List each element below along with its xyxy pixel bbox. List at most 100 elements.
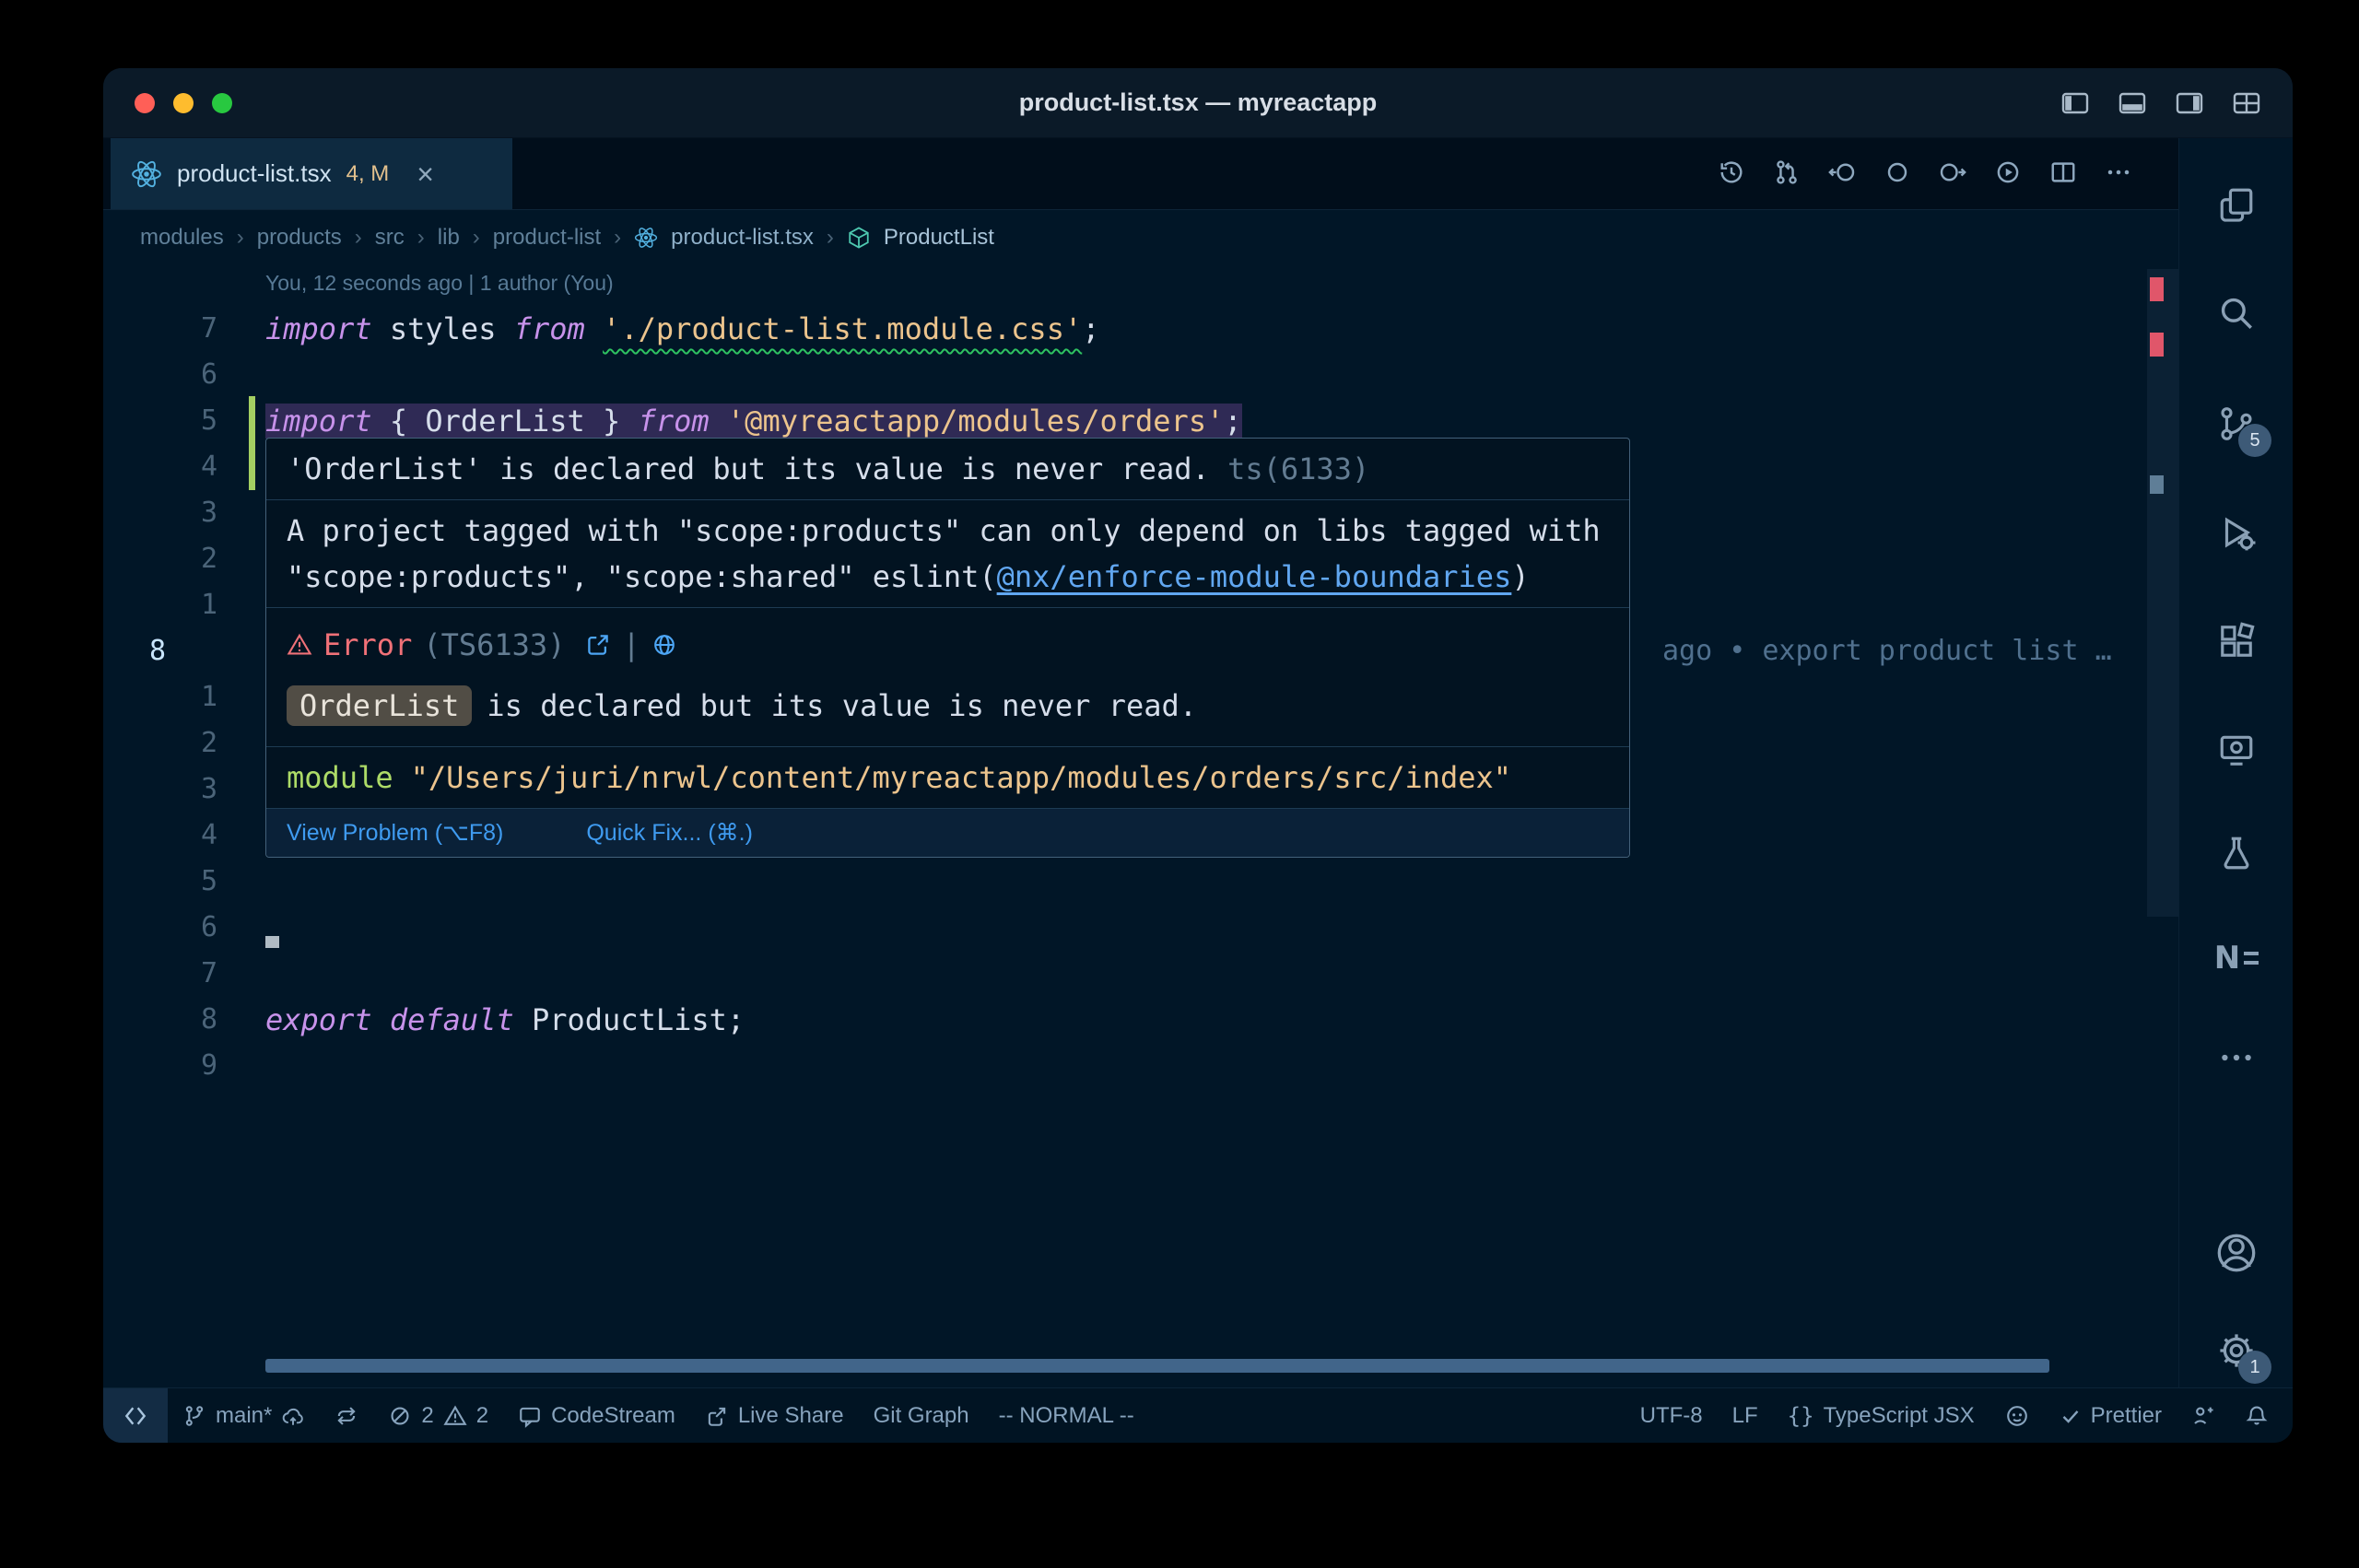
run-circle-icon[interactable] xyxy=(1994,158,2022,191)
info-mark xyxy=(2150,475,2164,494)
breadcrumb-item[interactable]: src xyxy=(375,225,405,251)
error-label: Error xyxy=(323,622,412,668)
step-back-icon[interactable] xyxy=(1828,158,1856,191)
vscode-window: product-list.tsx — myreactapp xyxy=(103,68,2293,1443)
horizontal-scrollbar[interactable] xyxy=(265,1359,2049,1373)
error-mark xyxy=(2150,333,2164,357)
copy-files-icon[interactable] xyxy=(2207,175,2266,234)
account-icon[interactable] xyxy=(2207,1223,2266,1282)
code-line[interactable]: 5 xyxy=(103,859,2178,905)
eol-status[interactable]: LF xyxy=(1718,1388,1773,1443)
testing-beaker-icon[interactable] xyxy=(2207,824,2266,883)
panel-right-icon[interactable] xyxy=(2175,88,2204,118)
breadcrumb-item[interactable]: lib xyxy=(438,225,460,251)
error-icon xyxy=(388,1404,412,1428)
code-line[interactable]: 6 xyxy=(103,352,2178,398)
chevron-right-icon: › xyxy=(237,225,244,251)
code-line[interactable]: 7 import styles from './product-list.mod… xyxy=(103,306,2178,352)
more-actions-icon[interactable] xyxy=(2105,158,2132,191)
git-branch-status[interactable]: main* xyxy=(168,1388,320,1443)
vim-mode-indicator[interactable]: -- NORMAL -- xyxy=(984,1388,1149,1443)
zoom-window-button[interactable] xyxy=(212,93,232,113)
close-tab-icon[interactable]: × xyxy=(417,159,434,189)
prettier-status[interactable]: Prettier xyxy=(2045,1388,2177,1443)
more-views-icon[interactable] xyxy=(2207,1028,2266,1087)
line-number[interactable]: 9 xyxy=(103,1043,217,1089)
feedback-status[interactable] xyxy=(2177,1388,2230,1443)
git-compare-status[interactable] xyxy=(320,1388,373,1443)
line-number[interactable]: 4 xyxy=(103,444,217,490)
separator-pipe: | xyxy=(622,622,640,668)
line-number[interactable]: 2 xyxy=(103,720,217,766)
line-number[interactable]: 3 xyxy=(103,766,217,813)
live-share-status[interactable]: Live Share xyxy=(690,1388,859,1443)
nx-console-icon[interactable]: N xyxy=(2207,929,2266,988)
remote-indicator[interactable] xyxy=(103,1388,168,1443)
split-editor-icon[interactable] xyxy=(2049,158,2077,191)
panel-left-icon[interactable] xyxy=(2060,88,2090,118)
encoding-status[interactable]: UTF-8 xyxy=(1625,1388,1718,1443)
code-line[interactable]: 6 xyxy=(103,905,2178,951)
git-change-gutter-bar xyxy=(249,396,255,490)
problems-status[interactable]: 2 2 xyxy=(373,1388,503,1443)
external-link-icon[interactable] xyxy=(585,632,611,658)
line-number[interactable]: 1 xyxy=(103,582,217,628)
line-number[interactable]: 5 xyxy=(103,859,217,905)
codestream-status[interactable]: CodeStream xyxy=(503,1388,690,1443)
search-icon[interactable] xyxy=(2207,284,2266,343)
line-number[interactable]: 6 xyxy=(103,352,217,398)
copilot-status[interactable] xyxy=(1989,1388,2045,1443)
editor[interactable]: You, 12 seconds ago | 1 author (You) 7 i… xyxy=(103,265,2178,1387)
inline-blame-annotation: ago • export product list … xyxy=(1662,628,2142,674)
breadcrumb: modules › products › src › lib › product… xyxy=(103,210,2178,265)
line-number[interactable]: 2 xyxy=(103,536,217,582)
view-problem-button[interactable]: View Problem (⌥F8) xyxy=(287,816,503,849)
line-number[interactable]: 8 xyxy=(103,997,217,1043)
error-code: (TS6133) xyxy=(423,622,565,668)
breadcrumb-item[interactable]: modules xyxy=(140,225,224,251)
line-number-current[interactable]: 8 xyxy=(103,628,217,674)
minimize-window-button[interactable] xyxy=(173,93,194,113)
line-number[interactable]: 6 xyxy=(103,905,217,951)
source-control-graph-icon[interactable]: 5 xyxy=(2207,394,2266,453)
line-number[interactable]: 1 xyxy=(103,674,217,720)
pull-request-icon[interactable] xyxy=(1773,158,1801,191)
step-forward-icon[interactable] xyxy=(1939,158,1966,191)
code-line[interactable]: 8 export default ProductList; xyxy=(103,997,2178,1043)
tab-problems-badge: 4, M xyxy=(346,161,390,187)
breadcrumb-item-file[interactable]: product-list.tsx xyxy=(671,225,814,251)
warning-count: 2 xyxy=(476,1403,488,1429)
hover-resize-grip[interactable] xyxy=(265,936,279,948)
breadcrumb-item[interactable]: products xyxy=(257,225,342,251)
remote-explorer-icon[interactable] xyxy=(2207,720,2266,779)
overview-ruler[interactable] xyxy=(2147,265,2178,1387)
code-line[interactable]: 7 xyxy=(103,951,2178,997)
line-number[interactable]: 5 xyxy=(103,398,217,444)
record-icon[interactable] xyxy=(1884,158,1911,191)
panel-bottom-icon[interactable] xyxy=(2118,88,2147,118)
extensions-icon[interactable] xyxy=(2207,612,2266,671)
tab-product-list[interactable]: product-list.tsx 4, M × xyxy=(111,138,512,209)
git-graph-status[interactable]: Git Graph xyxy=(859,1388,984,1443)
settings-gear-icon[interactable]: 1 xyxy=(2207,1321,2266,1380)
history-icon[interactable] xyxy=(1718,158,1745,191)
diagnostic-code: ts(6133) xyxy=(1227,451,1369,486)
scrollbar-slider[interactable] xyxy=(2147,269,2178,917)
layout-grid-icon[interactable] xyxy=(2232,88,2261,118)
language-mode-status[interactable]: {} TypeScript JSX xyxy=(1773,1388,1989,1443)
line-number[interactable]: 7 xyxy=(103,306,217,352)
breadcrumb-item[interactable]: product-list xyxy=(493,225,601,251)
line-number[interactable]: 7 xyxy=(103,951,217,997)
code-line[interactable]: 9 xyxy=(103,1043,2178,1089)
quick-fix-button[interactable]: Quick Fix... (⌘.) xyxy=(586,816,753,849)
copilot-icon xyxy=(2004,1403,2030,1429)
breadcrumb-item-symbol[interactable]: ProductList xyxy=(884,225,994,251)
globe-icon[interactable] xyxy=(651,632,677,658)
eslint-rule-link[interactable]: @nx/enforce-module-boundaries xyxy=(997,559,1512,594)
line-number[interactable]: 3 xyxy=(103,490,217,536)
close-window-button[interactable] xyxy=(135,93,155,113)
notifications-status[interactable] xyxy=(2230,1388,2293,1443)
run-debug-icon[interactable] xyxy=(2207,503,2266,562)
line-number[interactable]: 4 xyxy=(103,813,217,859)
gitlens-codelens[interactable]: You, 12 seconds ago | 1 author (You) xyxy=(103,265,2178,306)
